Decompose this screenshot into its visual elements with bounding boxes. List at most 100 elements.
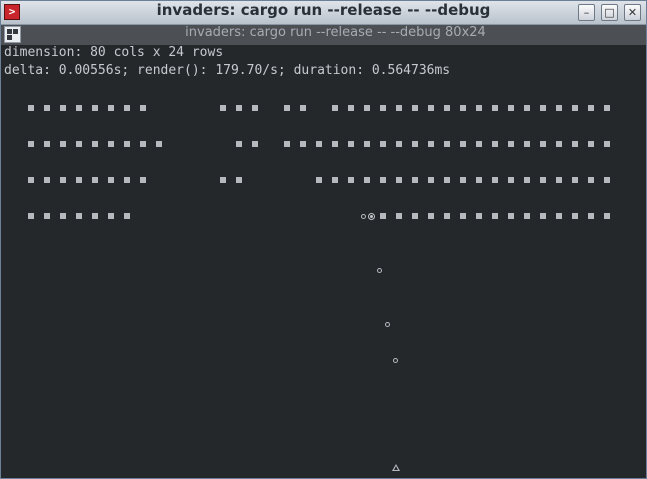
- terminal-area[interactable]: dimension: 80 cols x 24 rows delta: 0.00…: [1, 45, 646, 478]
- invader: [540, 141, 546, 147]
- maximize-icon: □: [604, 6, 615, 19]
- invader: [444, 177, 450, 183]
- invader: [108, 213, 114, 219]
- invader: [76, 213, 82, 219]
- invader: [252, 105, 258, 111]
- invader: [348, 105, 354, 111]
- invader: [572, 105, 578, 111]
- invader: [428, 213, 434, 219]
- invader: [92, 213, 98, 219]
- invader: [300, 105, 306, 111]
- tab-bar: invaders: cargo run --release -- --debug…: [1, 25, 646, 45]
- invader: [108, 105, 114, 111]
- invader: [220, 105, 226, 111]
- invader: [44, 213, 50, 219]
- invader: [460, 177, 466, 183]
- invader: [60, 105, 66, 111]
- invader: [444, 213, 450, 219]
- invader: [444, 105, 450, 111]
- maximize-button[interactable]: □: [601, 4, 618, 21]
- invader: [428, 105, 434, 111]
- invader: [60, 213, 66, 219]
- invader: [508, 213, 514, 219]
- invader: [76, 141, 82, 147]
- invader: [124, 213, 130, 219]
- invader: [428, 177, 434, 183]
- invader: [588, 213, 594, 219]
- invader: [524, 177, 530, 183]
- invader: [508, 105, 514, 111]
- hit-marker: [368, 212, 376, 220]
- invader: [524, 141, 530, 147]
- invader: [492, 213, 498, 219]
- invader: [140, 141, 146, 147]
- invader: [380, 141, 386, 147]
- invader: [572, 177, 578, 183]
- invader: [28, 141, 34, 147]
- invader: [316, 141, 322, 147]
- invader: [460, 105, 466, 111]
- invader: [412, 177, 418, 183]
- invader: [428, 141, 434, 147]
- invader: [92, 105, 98, 111]
- invader: [396, 213, 402, 219]
- window-title: invaders: cargo run --release -- --debug: [156, 1, 491, 19]
- invader: [236, 105, 242, 111]
- invader: [92, 141, 98, 147]
- invader: [140, 105, 146, 111]
- invader: [524, 213, 530, 219]
- invader: [524, 105, 530, 111]
- invader: [364, 141, 370, 147]
- minimize-button[interactable]: –: [578, 4, 595, 21]
- invader: [556, 141, 562, 147]
- invader: [300, 141, 306, 147]
- invader: [476, 177, 482, 183]
- invader: [476, 105, 482, 111]
- close-button[interactable]: ✕: [624, 4, 641, 21]
- invader: [380, 177, 386, 183]
- tab-grid-icon[interactable]: [4, 26, 21, 43]
- invader: [396, 177, 402, 183]
- invader: [380, 213, 386, 219]
- invader: [44, 141, 50, 147]
- bullet: [361, 213, 367, 219]
- invader: [588, 141, 594, 147]
- invader: [60, 177, 66, 183]
- invader: [396, 105, 402, 111]
- invader: [140, 177, 146, 183]
- minimize-icon: –: [583, 6, 590, 19]
- invader: [540, 177, 546, 183]
- invader: [236, 141, 242, 147]
- invader: [572, 141, 578, 147]
- invader: [44, 177, 50, 183]
- bullet: [393, 357, 399, 363]
- invader: [540, 213, 546, 219]
- invader: [28, 105, 34, 111]
- player-ship: [391, 464, 400, 471]
- invader: [28, 177, 34, 183]
- invader: [604, 213, 610, 219]
- invader: [28, 213, 34, 219]
- invader: [492, 105, 498, 111]
- tab-terminal[interactable]: invaders: cargo run --release -- --debug…: [25, 25, 646, 45]
- invader: [476, 213, 482, 219]
- close-icon: ✕: [627, 6, 638, 19]
- bullet: [377, 267, 383, 273]
- invader: [540, 105, 546, 111]
- game-field: [1, 45, 646, 478]
- invader: [124, 141, 130, 147]
- invader: [508, 141, 514, 147]
- invader: [156, 141, 162, 147]
- invader: [396, 141, 402, 147]
- title-bar[interactable]: > invaders: cargo run --release -- --deb…: [1, 1, 646, 25]
- invader: [508, 177, 514, 183]
- invader: [332, 141, 338, 147]
- invader: [252, 141, 258, 147]
- invader: [572, 213, 578, 219]
- invader: [380, 105, 386, 111]
- invader: [60, 141, 66, 147]
- bullet: [385, 321, 391, 327]
- invader: [284, 105, 290, 111]
- invader: [44, 105, 50, 111]
- invader: [604, 105, 610, 111]
